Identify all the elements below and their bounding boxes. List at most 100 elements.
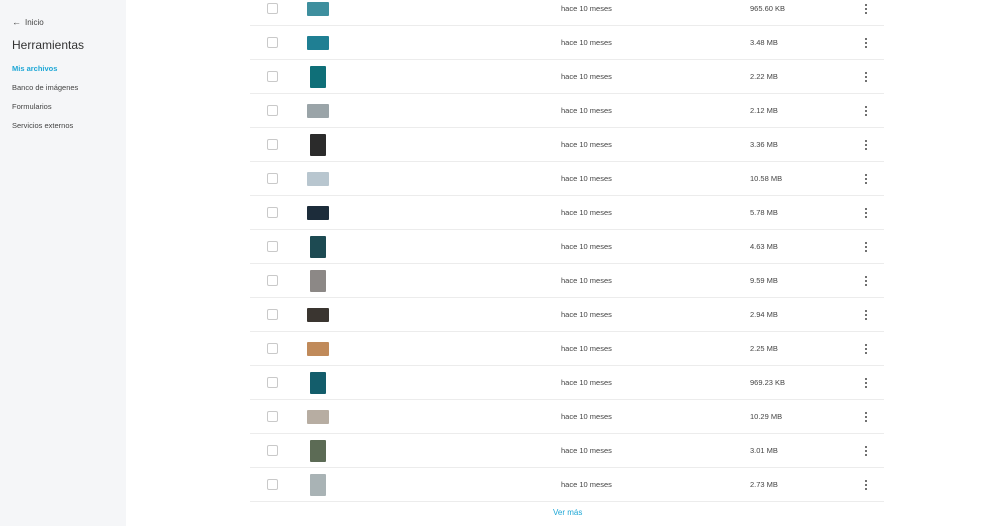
more-options-icon[interactable] (860, 207, 872, 219)
file-date: hace 10 meses (561, 139, 612, 149)
load-more-link[interactable]: Ver más (553, 508, 582, 517)
row-checkbox[interactable] (267, 139, 278, 150)
file-date: hace 10 meses (561, 411, 612, 421)
row-checkbox[interactable] (267, 105, 278, 116)
table-row[interactable]: hace 10 meses 969.23 KB (250, 366, 884, 400)
file-date: hace 10 meses (561, 479, 612, 489)
file-date: hace 10 meses (561, 445, 612, 455)
more-options-icon[interactable] (860, 173, 872, 185)
file-size: 3.48 MB (750, 37, 778, 47)
table-row[interactable]: hace 10 meses 10.58 MB (250, 162, 884, 196)
file-date: hace 10 meses (561, 241, 612, 251)
file-date: hace 10 meses (561, 207, 612, 217)
more-options-icon[interactable] (860, 241, 872, 253)
table-row[interactable]: hace 10 meses 3.48 MB (250, 26, 884, 60)
file-thumbnail[interactable] (310, 371, 326, 394)
back-label: Inicio (25, 18, 44, 27)
file-thumbnail[interactable] (310, 269, 326, 292)
file-date: hace 10 meses (561, 309, 612, 319)
file-size: 2.73 MB (750, 479, 778, 489)
back-link[interactable]: ← Inicio (12, 17, 44, 28)
sidebar: ← Inicio Herramientas Mis archivos Banco … (0, 0, 126, 526)
table-row[interactable]: hace 10 meses 965.60 KB (250, 0, 884, 26)
more-options-icon[interactable] (860, 139, 872, 151)
row-checkbox[interactable] (267, 71, 278, 82)
file-size: 965.60 KB (750, 3, 786, 13)
file-size: 2.25 MB (750, 343, 778, 353)
more-options-icon[interactable] (860, 3, 872, 15)
sidebar-item-mis-archivos[interactable]: Mis archivos (12, 64, 78, 83)
file-thumbnail[interactable] (310, 235, 326, 258)
table-row[interactable]: hace 10 meses 2.25 MB (250, 332, 884, 366)
row-checkbox[interactable] (267, 343, 278, 354)
row-checkbox[interactable] (267, 241, 278, 252)
file-thumbnail[interactable] (310, 65, 326, 88)
table-row[interactable]: hace 10 meses 3.36 MB (250, 128, 884, 162)
file-date: hace 10 meses (561, 275, 612, 285)
table-row[interactable]: hace 10 meses 10.29 MB (250, 400, 884, 434)
file-thumbnail[interactable] (307, 307, 329, 322)
file-date: hace 10 meses (561, 173, 612, 183)
file-size: 5.78 MB (750, 207, 778, 217)
table-row[interactable]: hace 10 meses 3.01 MB (250, 434, 884, 468)
more-options-icon[interactable] (860, 479, 872, 491)
file-thumbnail[interactable] (307, 341, 329, 356)
file-size: 2.94 MB (750, 309, 778, 319)
row-checkbox[interactable] (267, 207, 278, 218)
file-thumbnail[interactable] (307, 409, 329, 424)
file-thumbnail[interactable] (307, 35, 329, 50)
more-options-icon[interactable] (860, 377, 872, 389)
file-thumbnail[interactable] (307, 103, 329, 118)
more-options-icon[interactable] (860, 37, 872, 49)
more-options-icon[interactable] (860, 71, 872, 83)
file-thumbnail[interactable] (307, 205, 329, 220)
more-options-icon[interactable] (860, 309, 872, 321)
sidebar-item-banco-de-imagenes[interactable]: Banco de imágenes (12, 83, 78, 102)
file-size: 10.58 MB (750, 173, 783, 183)
table-row[interactable]: hace 10 meses 2.94 MB (250, 298, 884, 332)
file-size: 2.12 MB (750, 105, 778, 115)
file-date: hace 10 meses (561, 343, 612, 353)
file-date: hace 10 meses (561, 377, 612, 387)
table-row[interactable]: hace 10 meses 9.59 MB (250, 264, 884, 298)
file-thumbnail[interactable] (310, 439, 326, 462)
more-options-icon[interactable] (860, 105, 872, 117)
file-size: 9.59 MB (750, 275, 778, 285)
file-date: hace 10 meses (561, 71, 612, 81)
table-row[interactable]: hace 10 meses 2.22 MB (250, 60, 884, 94)
file-thumbnail[interactable] (307, 1, 329, 16)
file-size: 969.23 KB (750, 377, 786, 387)
file-date: hace 10 meses (561, 3, 612, 13)
row-checkbox[interactable] (267, 445, 278, 456)
row-checkbox[interactable] (267, 275, 278, 286)
file-size: 4.63 MB (750, 241, 778, 251)
file-size: 3.36 MB (750, 139, 778, 149)
file-thumbnail[interactable] (310, 133, 326, 156)
row-checkbox[interactable] (267, 309, 278, 320)
row-checkbox[interactable] (267, 3, 278, 14)
more-options-icon[interactable] (860, 411, 872, 423)
file-size: 3.01 MB (750, 445, 778, 455)
row-checkbox[interactable] (267, 411, 278, 422)
arrow-left-icon: ← (12, 17, 21, 27)
sidebar-item-servicios-externos[interactable]: Servicios externos (12, 121, 78, 140)
sidebar-title: Herramientas (12, 38, 85, 52)
table-row[interactable]: hace 10 meses 4.63 MB (250, 230, 884, 264)
more-options-icon[interactable] (860, 275, 872, 287)
row-checkbox[interactable] (267, 377, 278, 388)
row-checkbox[interactable] (267, 479, 278, 490)
file-date: hace 10 meses (561, 105, 612, 115)
file-thumbnail[interactable] (307, 171, 329, 186)
row-checkbox[interactable] (267, 37, 278, 48)
sidebar-item-formularios[interactable]: Formularios (12, 102, 78, 121)
file-size: 2.22 MB (750, 71, 778, 81)
row-checkbox[interactable] (267, 173, 278, 184)
more-options-icon[interactable] (860, 445, 872, 457)
more-options-icon[interactable] (860, 343, 872, 355)
table-row[interactable]: hace 10 meses 5.78 MB (250, 196, 884, 230)
file-thumbnail[interactable] (310, 473, 326, 496)
sidebar-nav: Mis archivos Banco de imágenes Formularios… (12, 64, 78, 140)
table-row[interactable]: hace 10 meses 2.73 MB (250, 468, 884, 502)
file-date: hace 10 meses (561, 37, 612, 47)
table-row[interactable]: hace 10 meses 2.12 MB (250, 94, 884, 128)
